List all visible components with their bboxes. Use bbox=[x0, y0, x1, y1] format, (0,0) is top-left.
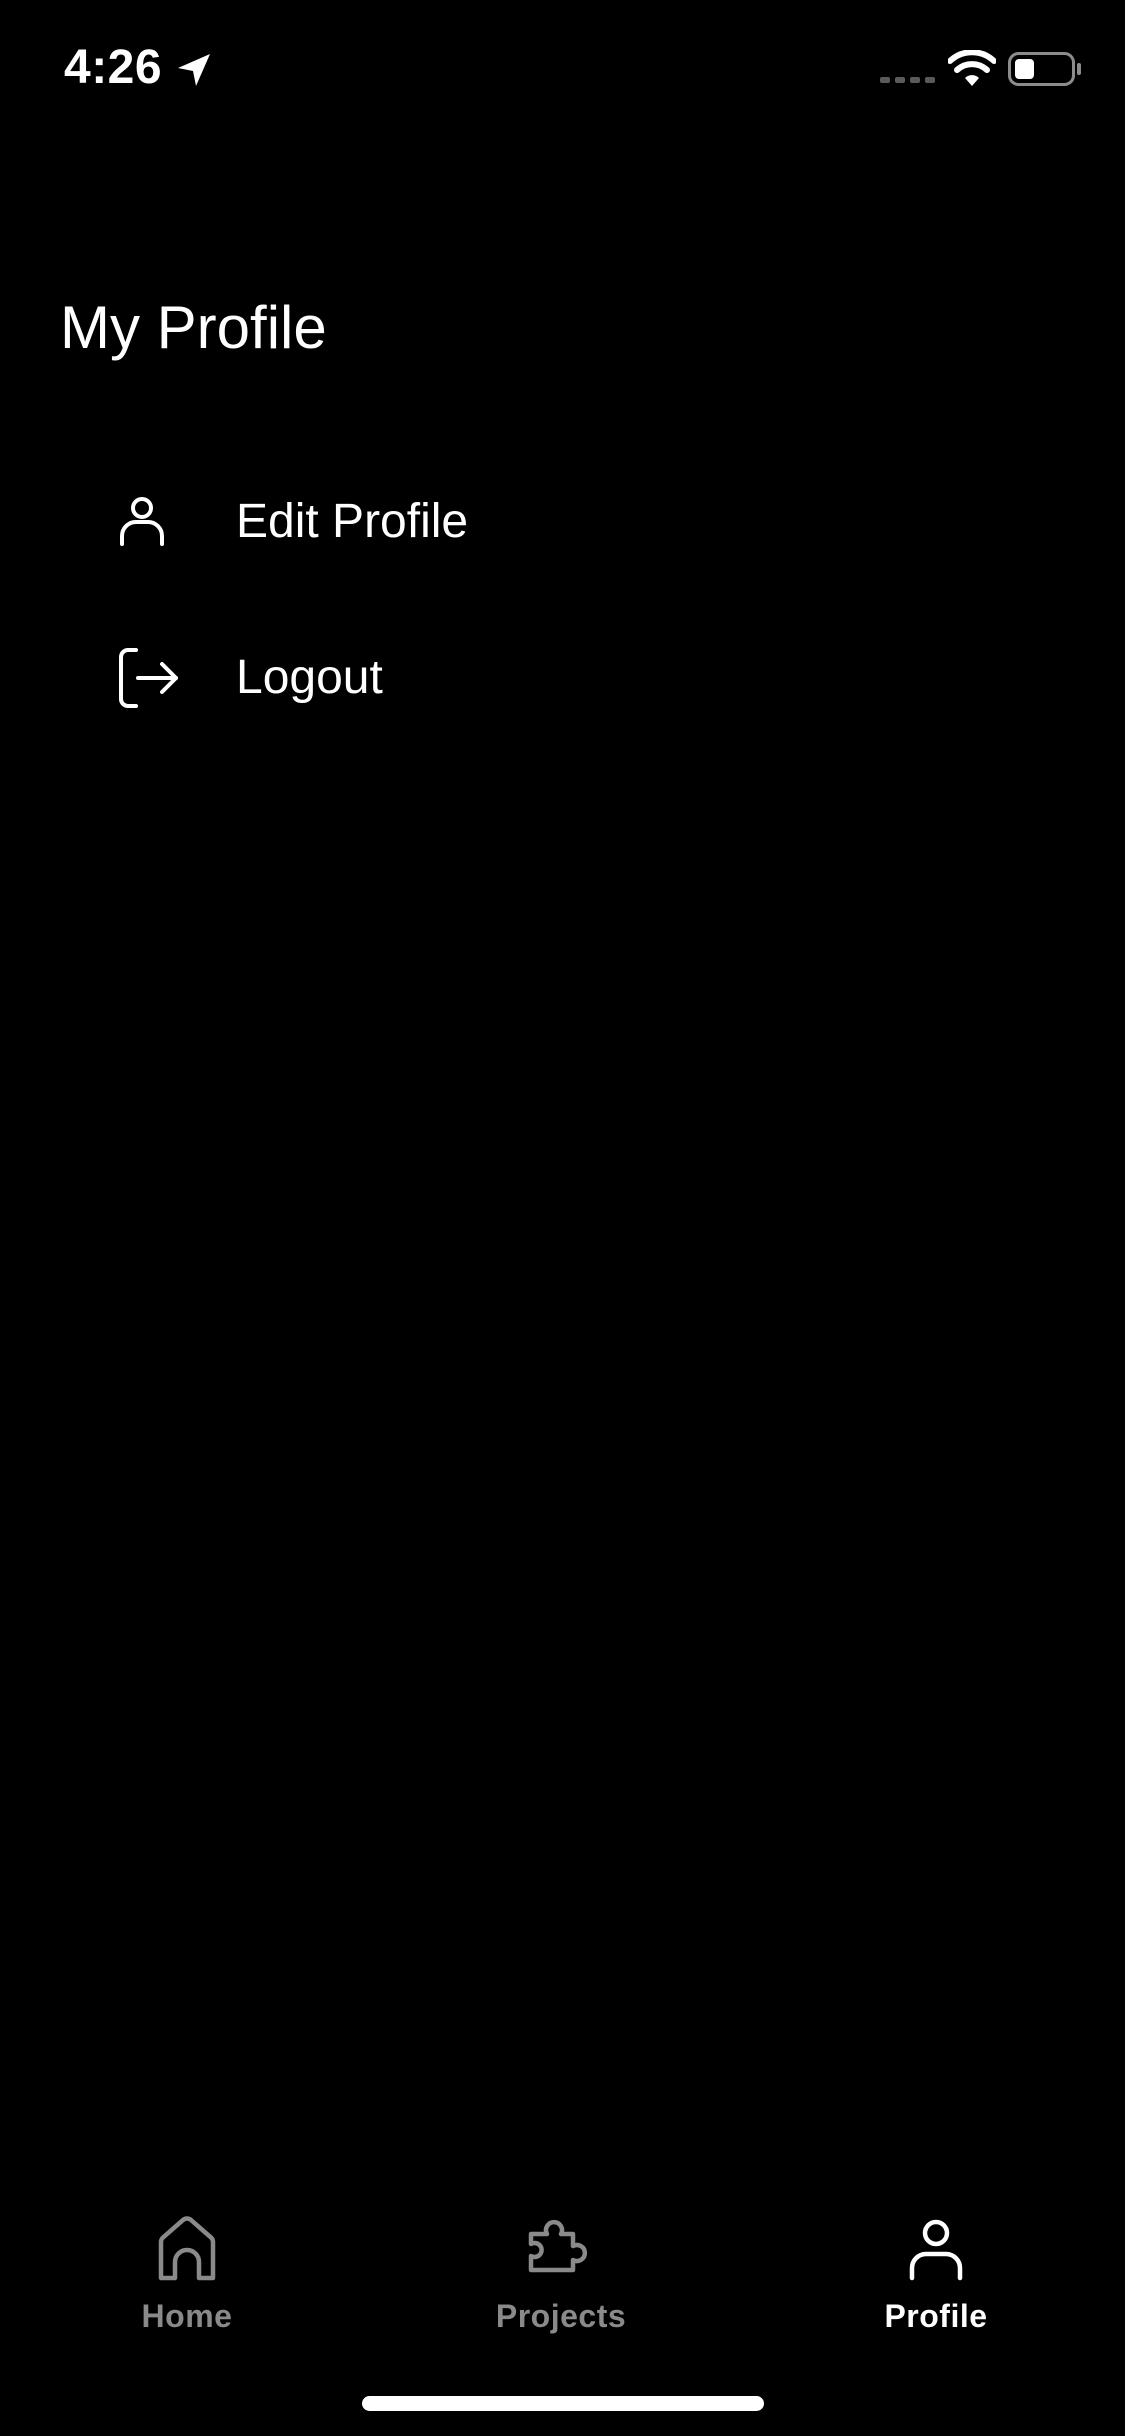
tab-projects[interactable]: Projects bbox=[411, 2190, 711, 2350]
edit-profile-button[interactable]: Edit Profile bbox=[100, 462, 800, 582]
person-icon bbox=[909, 2219, 963, 2281]
status-bar: 4:26 bbox=[0, 0, 1125, 140]
page-title: My Profile bbox=[60, 294, 327, 361]
tab-profile-label: Profile bbox=[884, 2298, 988, 2334]
puzzle-icon bbox=[528, 2219, 588, 2273]
tab-profile[interactable]: Profile bbox=[786, 2190, 1086, 2350]
home-indicator[interactable] bbox=[362, 2396, 764, 2411]
tab-projects-label: Projects bbox=[495, 2298, 627, 2334]
logout-label: Logout bbox=[236, 651, 383, 704]
wifi-icon bbox=[948, 50, 996, 86]
tab-home[interactable]: Home bbox=[37, 2190, 337, 2350]
battery-level-fill bbox=[1015, 59, 1034, 79]
cellular-signal-icon bbox=[880, 77, 935, 83]
tab-home-label: Home bbox=[141, 2298, 233, 2334]
battery-icon bbox=[1008, 52, 1081, 86]
logout-icon bbox=[100, 618, 220, 738]
status-time: 4:26 bbox=[64, 41, 163, 94]
tab-bar: Home Projects Profile bbox=[0, 2190, 1125, 2350]
location-arrow-icon bbox=[178, 54, 210, 86]
home-icon bbox=[158, 2216, 216, 2281]
logout-button[interactable]: Logout bbox=[100, 618, 800, 738]
person-icon bbox=[100, 462, 220, 582]
edit-profile-label: Edit Profile bbox=[236, 495, 469, 548]
